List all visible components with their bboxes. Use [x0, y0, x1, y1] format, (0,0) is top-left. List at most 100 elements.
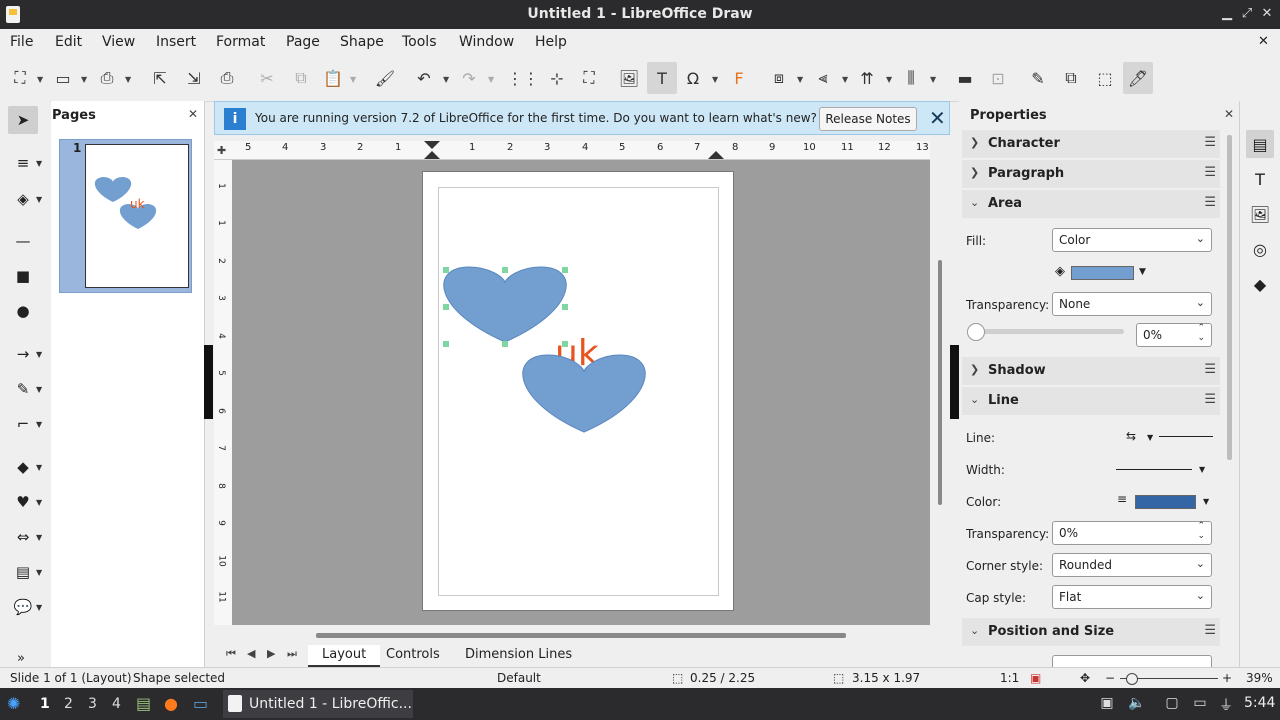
line-color-swatch[interactable]: [1135, 495, 1196, 509]
vertical-ruler[interactable]: 1 1 2 3 4 5 6 7 8 9 10 11: [214, 160, 233, 625]
section-paragraph[interactable]: ❯ Paragraph ☰: [962, 160, 1220, 188]
start-menu-icon[interactable]: ✺: [7, 694, 20, 713]
callouts-dropdown-icon[interactable]: ▼: [36, 603, 42, 612]
page-thumbnail[interactable]: uk: [85, 144, 189, 288]
selection-handle[interactable]: [443, 267, 449, 273]
menu-shape[interactable]: Shape: [340, 34, 384, 50]
minimize-icon[interactable]: ▁: [1218, 5, 1236, 23]
selection-handle[interactable]: [502, 267, 508, 273]
close-pages-icon[interactable]: ✕: [188, 107, 198, 121]
vertical-scroll-thumb[interactable]: [938, 260, 942, 505]
flowchart-dropdown-icon[interactable]: ▼: [36, 568, 42, 577]
menu-format[interactable]: Format: [216, 34, 265, 50]
undo-dropdown-icon[interactable]: ▼: [443, 75, 449, 84]
prev-tab-icon[interactable]: ◀: [247, 647, 255, 660]
transparency-spinbox[interactable]: 0% ⌃ ⌄: [1136, 323, 1212, 347]
close-infobar-icon[interactable]: ✕: [929, 107, 946, 129]
hamburger-icon[interactable]: ☰: [1204, 165, 1216, 180]
insert-image-icon[interactable]: 🖼: [618, 67, 640, 89]
selection-handle[interactable]: [443, 304, 449, 310]
line-width-dropdown-icon[interactable]: ▼: [1199, 465, 1205, 474]
tray-app-icon[interactable]: ▣: [1098, 695, 1116, 713]
master-slide-status[interactable]: Default: [497, 671, 541, 685]
arrange-dropdown-icon[interactable]: ▼: [886, 75, 892, 84]
selection-handle[interactable]: [443, 341, 449, 347]
selection-handle[interactable]: [502, 341, 508, 347]
vertical-scrollbar[interactable]: [934, 160, 946, 625]
rectangle-icon[interactable]: ■: [8, 262, 38, 290]
line-tool-icon[interactable]: —: [8, 227, 38, 255]
fill-color-dropdown-icon[interactable]: ▼: [1139, 267, 1146, 277]
section-character[interactable]: ❯ Character ☰: [962, 130, 1220, 158]
line-transparency-spinbox[interactable]: 0% ⌃ ⌄: [1052, 521, 1212, 545]
transparency-slider[interactable]: [969, 329, 1124, 334]
area-transparency-select[interactable]: None ⌄: [1052, 292, 1212, 316]
transparency-slider-thumb[interactable]: [967, 323, 985, 341]
clipboard-icon[interactable]: ▢: [1163, 695, 1181, 713]
undo-icon[interactable]: ↶: [413, 67, 435, 89]
styles-deck-icon[interactable]: T: [1246, 165, 1274, 193]
hamburger-icon[interactable]: ☰: [1204, 362, 1216, 377]
horizontal-scroll-thumb[interactable]: [316, 633, 846, 638]
tab-layout[interactable]: Layout: [308, 645, 381, 667]
transformations-dropdown-icon[interactable]: ▼: [797, 75, 803, 84]
connectors-dropdown-icon[interactable]: ▼: [36, 420, 42, 429]
lines-arrows-icon[interactable]: →: [8, 340, 38, 368]
export-icon[interactable]: ⇱: [149, 67, 171, 89]
hamburger-icon[interactable]: ☰: [1204, 392, 1216, 407]
workspace-2[interactable]: 2: [64, 696, 73, 712]
new-dropdown-icon[interactable]: ▼: [37, 75, 43, 84]
hamburger-icon[interactable]: ☰: [1204, 135, 1216, 150]
taskbar-window-draw[interactable]: Untitled 1 - LibreOffic...: [223, 690, 413, 718]
hamburger-icon[interactable]: ☰: [1204, 623, 1216, 638]
tab-controls[interactable]: Controls: [386, 647, 440, 662]
paste-dropdown-icon[interactable]: ▼: [350, 75, 356, 84]
connectors-icon[interactable]: ⌐: [8, 410, 38, 438]
lines-arrows-dropdown-icon[interactable]: ▼: [36, 350, 42, 359]
close-document-icon[interactable]: ✕: [1258, 34, 1269, 49]
gallery-deck-icon[interactable]: 🖼: [1246, 200, 1274, 228]
fontwork-icon[interactable]: F: [728, 67, 750, 89]
shadow-icon[interactable]: ▬: [954, 67, 976, 89]
special-character-dropdown-icon[interactable]: ▼: [712, 75, 718, 84]
block-arrows-icon[interactable]: ⇔: [8, 523, 38, 551]
menu-view[interactable]: View: [102, 34, 135, 50]
insert-textbox-icon[interactable]: T: [647, 62, 677, 94]
display-icon[interactable]: ▭: [1191, 695, 1209, 713]
menu-insert[interactable]: Insert: [156, 34, 196, 50]
maximize-icon[interactable]: ⤢: [1238, 5, 1256, 23]
line-arrow-style-icon[interactable]: ⇆: [1126, 429, 1136, 443]
fit-page-icon[interactable]: ✥: [1080, 671, 1090, 685]
line-width-preview[interactable]: [1116, 469, 1192, 470]
new-icon[interactable]: ⛶: [9, 67, 31, 89]
arrange-icon[interactable]: ⇈: [856, 67, 878, 89]
selection-handle[interactable]: [562, 341, 568, 347]
hamburger-icon[interactable]: ☰: [1204, 195, 1216, 210]
grid-icon[interactable]: ⋮⋮: [507, 67, 539, 89]
menu-file[interactable]: File: [10, 34, 33, 50]
fill-color-dropdown-icon[interactable]: ▼: [36, 195, 42, 204]
spin-up-down-icon[interactable]: ⌃ ⌄: [1197, 323, 1205, 343]
menu-window[interactable]: Window: [459, 34, 514, 50]
curves-dropdown-icon[interactable]: ▼: [36, 385, 42, 394]
heart-shape-selected[interactable]: [443, 266, 567, 343]
zoom-slider-thumb[interactable]: [1126, 673, 1138, 685]
fill-color-icon[interactable]: ◈: [8, 185, 38, 213]
save-icon[interactable]: ⎙: [96, 67, 118, 89]
tab-dimension-lines[interactable]: Dimension Lines: [465, 647, 572, 662]
section-line[interactable]: ⌄ Line ☰: [962, 387, 1220, 415]
selection-handle[interactable]: [562, 304, 568, 310]
cut-icon[interactable]: ✂: [256, 67, 278, 89]
points-icon[interactable]: ✎: [1027, 67, 1049, 89]
next-tab-icon[interactable]: ▶: [267, 647, 275, 660]
terminal-icon[interactable]: ▭: [193, 694, 208, 713]
section-shadow[interactable]: ❯ Shadow ☰: [962, 357, 1220, 385]
navigator-deck-icon[interactable]: ◎: [1246, 235, 1274, 263]
spin-up-down-icon[interactable]: ⌃ ⌄: [1197, 521, 1205, 541]
curves-icon[interactable]: ✎: [8, 375, 38, 403]
symbol-shapes-icon[interactable]: ♥: [8, 488, 38, 516]
redo-dropdown-icon[interactable]: ▼: [488, 75, 494, 84]
close-window-icon[interactable]: ✕: [1258, 5, 1276, 23]
workspace-3[interactable]: 3: [88, 696, 97, 712]
export-pdf-icon[interactable]: ⇲: [183, 67, 205, 89]
